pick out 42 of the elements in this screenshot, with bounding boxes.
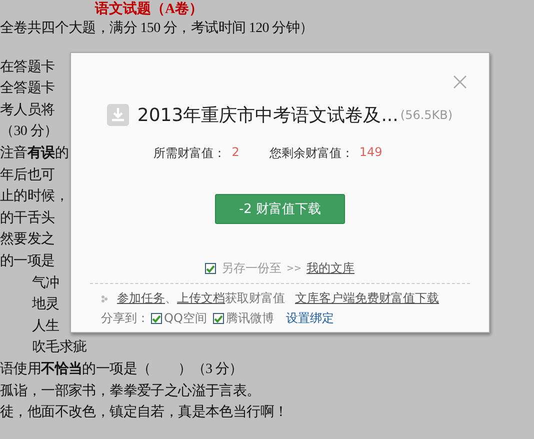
file-size: (56.5KB) (400, 108, 453, 122)
cost-label: 所需财富值： (154, 145, 226, 162)
cost-value: 2 (232, 145, 240, 161)
bind-link[interactable]: 设置绑定 (286, 310, 334, 327)
share-target: QQ空间 (164, 310, 207, 327)
task-link[interactable]: 参加任务 (117, 290, 165, 307)
checkbox[interactable] (205, 263, 216, 274)
bullet-icon (101, 294, 109, 302)
task-text: 获取财富值 (225, 290, 285, 307)
document-line: 在答题卡 (0, 58, 55, 77)
document-line: 考人员将 (0, 102, 55, 120)
balance-value: 149 (359, 145, 382, 161)
download-icon (107, 104, 130, 126)
checkbox[interactable] (212, 313, 224, 324)
balance-label: 您剩余财富值： (269, 145, 354, 162)
document-line: 注音有误的 (0, 144, 69, 163)
checkbox[interactable] (151, 313, 162, 324)
document-line: 吹毛求疵 (31, 338, 87, 358)
document-line: 然要发之 (0, 230, 55, 250)
arrows: >> (286, 264, 302, 274)
document-line: 全答题卡 (0, 80, 55, 98)
library-link[interactable]: 我的文库 (306, 260, 355, 277)
document-line: 止的时候， (0, 188, 69, 206)
task-text: 、 (165, 290, 177, 307)
document-line: 地灵 (31, 296, 60, 314)
document-line: 年后也可 (0, 166, 55, 185)
document-line: 人生 (31, 318, 60, 336)
document-line: 气冲 (31, 274, 60, 293)
document-line: （30 分） (0, 122, 58, 142)
document-line: 徒，他面不改色，镇定自若，真是本色当行啊！ (0, 403, 288, 422)
document-line: 的一项是 (0, 252, 55, 271)
client-link[interactable]: 文库客户端免费财富值下载 (295, 290, 439, 307)
save-label: 另存一份至 (221, 260, 282, 277)
document-line: 的干舌头 (0, 210, 55, 228)
document-line: 孤诣，一部家书，拳拳爱子之心溢于言表。 (0, 382, 260, 400)
document-line: 全卷共四个大题，满分 150 分，考试时间 120 分钟） (0, 20, 314, 38)
file-title: 2013年重庆市中考语文试卷及... (137, 104, 398, 127)
share-target: 腾讯微博 (226, 310, 274, 327)
task-link[interactable]: 上传文档 (177, 290, 225, 307)
document-line: 语使用不恰当的一项是（ ）（3 分） (0, 360, 243, 379)
share-label: 分享到： (101, 310, 149, 327)
document-title: 语文试题（A卷） (94, 2, 204, 18)
